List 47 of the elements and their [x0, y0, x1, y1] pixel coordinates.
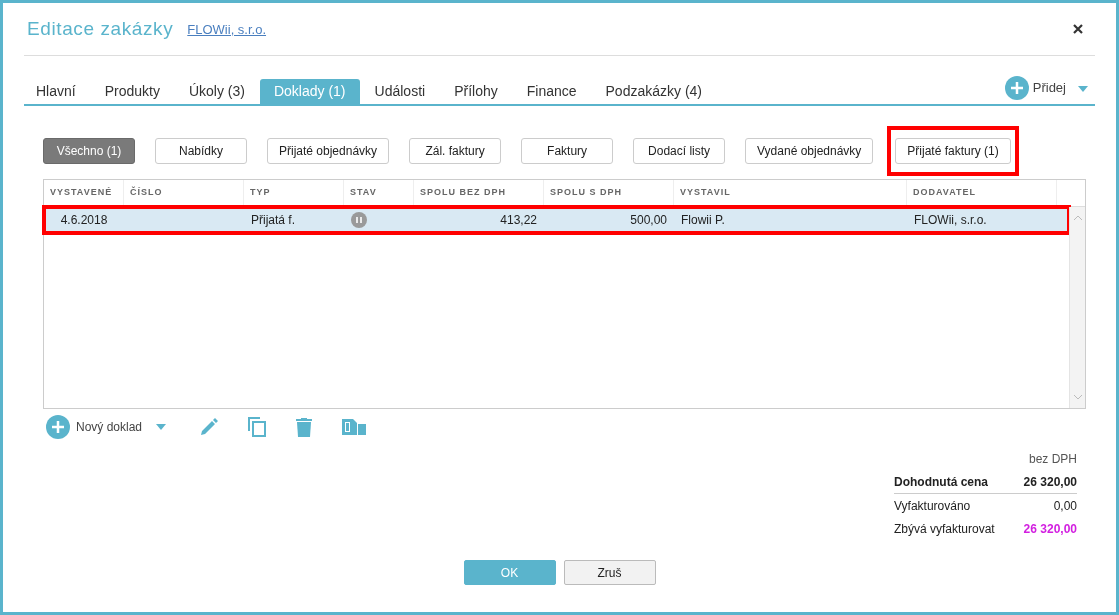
filter-button[interactable]: Zál. faktury — [409, 138, 502, 164]
summary-value: 26 320,00 — [1023, 521, 1077, 536]
filter-button[interactable]: Dodací listy — [633, 138, 726, 164]
trash-icon[interactable] — [296, 417, 313, 437]
tab[interactable]: Finance — [512, 79, 591, 104]
filter-button[interactable]: Faktury — [521, 138, 614, 164]
plus-icon — [1004, 75, 1029, 100]
tab[interactable]: Události — [360, 79, 440, 104]
paused-status-icon — [351, 212, 367, 228]
summary-value: 0,00 — [1053, 498, 1077, 513]
plus-icon — [46, 415, 70, 439]
documents-icon[interactable] — [342, 419, 367, 435]
filter-button[interactable]: Všechno (1) — [43, 138, 135, 164]
summary-label: Dohodnutá cena — [894, 474, 988, 489]
summary-label: Vyfakturováno — [894, 498, 971, 513]
tab[interactable]: Úkoly (3) — [174, 79, 259, 104]
window-title: Editace zakázky — [27, 18, 174, 40]
table-cell: 413,22 — [500, 213, 537, 227]
tab[interactable]: Hlavní — [24, 79, 90, 104]
caret-icon[interactable] — [1078, 86, 1088, 92]
filter-button[interactable]: Vydané objednávky — [745, 138, 874, 164]
scroll-up-icon[interactable] — [1073, 215, 1082, 220]
tab[interactable]: Produkty — [90, 79, 174, 104]
filter-button[interactable]: Přijaté objednávky — [267, 138, 390, 164]
scroll-down-icon[interactable] — [1073, 395, 1082, 400]
summary-value: 26 320,00 — [1023, 474, 1077, 489]
table-row[interactable]: 4.6.2018 Přijatá f. 413,22 500,00 Flowii P. FLOWii, s.r.o. — [44, 207, 1069, 233]
scrollbar[interactable] — [1069, 207, 1085, 408]
add-button[interactable]: Přidej — [1004, 75, 1066, 100]
tab[interactable]: Podzakázky (4) — [591, 79, 716, 104]
column-caption: bez DPH — [1028, 451, 1077, 466]
filter-button[interactable]: Přijaté faktury (1) — [895, 138, 1011, 164]
copy-icon[interactable] — [248, 417, 267, 437]
caret-icon[interactable] — [156, 424, 167, 430]
tab[interactable]: Přílohy — [440, 79, 512, 104]
cancel-button[interactable]: Zruš — [563, 560, 656, 585]
customer-link[interactable]: FLOWii, s.r.o. — [187, 21, 267, 37]
table-cell: FLOWii, s.r.o. — [914, 213, 987, 227]
table-cell: 4.6.2018 — [60, 213, 108, 227]
new-document-button[interactable]: Nový doklad — [46, 415, 143, 439]
table-cell: Přijatá f. — [251, 213, 295, 227]
filter-button[interactable]: Nabídky — [155, 138, 247, 164]
table-cell: Flowii P. — [681, 213, 725, 227]
table-cell: 500,00 — [630, 213, 667, 227]
close-icon[interactable] — [1073, 24, 1083, 34]
summary-label: Zbývá vyfakturovat — [894, 521, 995, 536]
pencil-icon[interactable] — [200, 418, 219, 436]
